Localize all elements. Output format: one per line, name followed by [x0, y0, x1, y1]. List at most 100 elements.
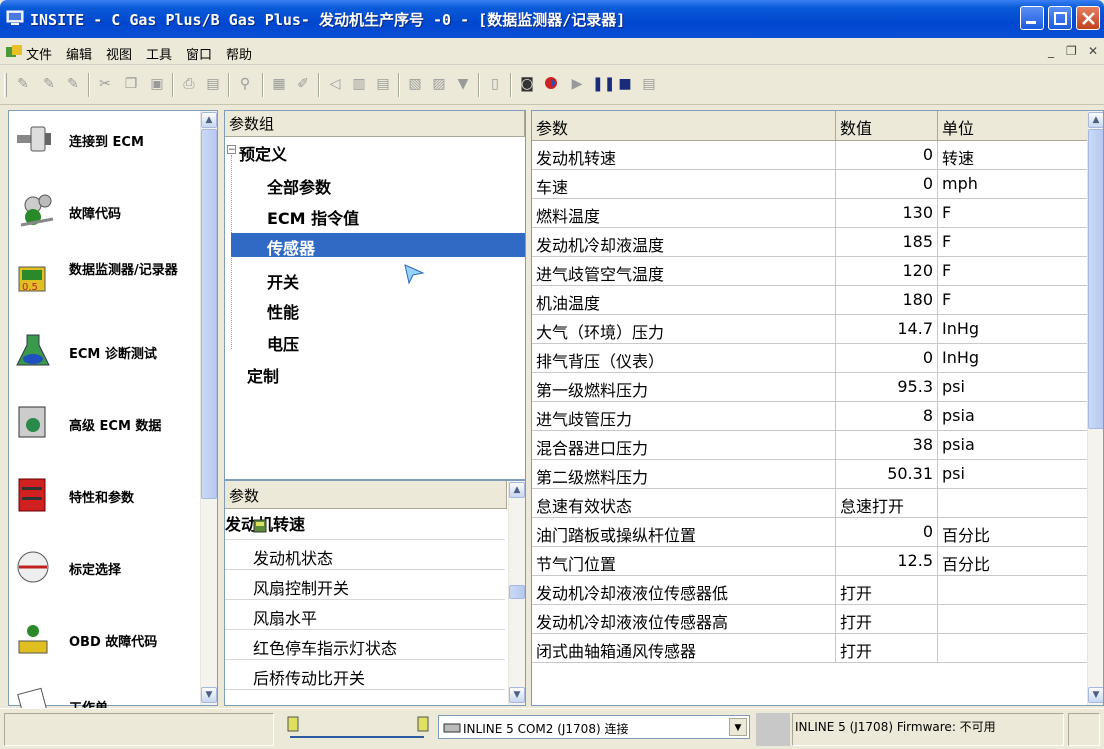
- play-icon[interactable]: ▶: [568, 75, 586, 93]
- copy-icon[interactable]: ❐: [122, 75, 140, 93]
- cell-text: psi: [942, 464, 965, 483]
- list-item[interactable]: 风扇水平: [225, 601, 505, 630]
- tree-switches[interactable]: 开关: [267, 269, 299, 293]
- minimize-button[interactable]: [1020, 6, 1044, 30]
- nav-calibration-select[interactable]: 标定选择: [13, 539, 199, 597]
- column-header-param[interactable]: 参数: [532, 111, 836, 141]
- scroll-up-icon[interactable]: ▲: [1088, 112, 1103, 128]
- window-icon[interactable]: ▯: [486, 75, 504, 93]
- tree-voltage[interactable]: 电压: [267, 331, 299, 355]
- export-icon[interactable]: ▧: [406, 75, 424, 93]
- list-item[interactable]: 后桥传动比开关: [225, 661, 505, 690]
- disconnect-icon[interactable]: ✎: [40, 75, 58, 93]
- menu-tools[interactable]: 工具: [146, 44, 172, 63]
- table-row[interactable]: 发动机冷却液液位传感器高 打开: [532, 605, 1088, 634]
- nav-obd-fault-codes[interactable]: OBD 故障代码: [13, 611, 199, 669]
- nav-label: 数据监测器/记录器: [69, 263, 178, 278]
- table-row[interactable]: 节气门位置 12.5 百分比: [532, 547, 1088, 576]
- table-row[interactable]: 发动机转速 0 转速: [532, 141, 1088, 170]
- tree-sensors[interactable]: 传感器: [267, 235, 315, 259]
- record-icon[interactable]: [542, 75, 560, 93]
- menu-edit[interactable]: 编辑: [66, 44, 92, 63]
- menu-view[interactable]: 视图: [106, 44, 132, 63]
- close-button[interactable]: [1076, 6, 1100, 30]
- mdi-close-icon[interactable]: ✕: [1088, 44, 1098, 58]
- nav-diagnostic-tests[interactable]: ECM 诊断测试: [13, 323, 199, 381]
- chevron-down-icon[interactable]: ▼: [729, 718, 747, 736]
- column-header-unit[interactable]: 单位: [938, 111, 1088, 141]
- table-cell-value: 38: [836, 431, 938, 460]
- mdi-minimize-icon[interactable]: _: [1048, 44, 1054, 58]
- collapse-icon[interactable]: −: [227, 145, 236, 155]
- refresh-icon[interactable]: ✎: [64, 75, 82, 93]
- cell-text: 185: [902, 232, 933, 251]
- list-item[interactable]: 风扇控制开关: [225, 571, 505, 600]
- menu-window[interactable]: 窗口: [186, 44, 212, 63]
- grid-scrollbar[interactable]: ▲ ▼: [1087, 111, 1103, 705]
- pause-icon[interactable]: ❚❚: [592, 75, 615, 93]
- scroll-down-icon[interactable]: ▼: [1088, 687, 1103, 703]
- tree-performance[interactable]: 性能: [267, 299, 299, 323]
- properties-icon[interactable]: ▦: [270, 75, 288, 93]
- table-row[interactable]: 发动机冷却液液位传感器低 打开: [532, 576, 1088, 605]
- table-row[interactable]: 发动机冷却液温度 185 F: [532, 228, 1088, 257]
- mdi-restore-icon[interactable]: ❐: [1066, 44, 1077, 58]
- table-row[interactable]: 车速 0 mph: [532, 170, 1088, 199]
- maximize-button[interactable]: [1048, 6, 1072, 30]
- cut-icon[interactable]: ✂: [96, 75, 114, 93]
- table-row[interactable]: 混合器进口压力 38 psia: [532, 431, 1088, 460]
- scroll-down-icon[interactable]: ▼: [201, 687, 217, 703]
- table-row[interactable]: 燃料温度 130 F: [532, 199, 1088, 228]
- tool-icon[interactable]: ✐: [294, 75, 312, 93]
- adapter-select[interactable]: INLINE 5 COM2 (J1708) 连接 ▼: [438, 715, 750, 739]
- tree-custom[interactable]: 定制: [247, 363, 279, 387]
- table-row[interactable]: 排气背压（仪表） 0 InHg: [532, 344, 1088, 373]
- params-scrollbar[interactable]: ▲ ▼: [508, 481, 525, 705]
- table-row[interactable]: 油门踏板或操纵杆位置 0 百分比: [532, 518, 1088, 547]
- menu-file[interactable]: 文件: [26, 44, 52, 63]
- print-icon[interactable]: ⎙: [180, 75, 198, 93]
- table-row[interactable]: 进气歧管压力 8 psia: [532, 402, 1088, 431]
- table-row[interactable]: 第一级燃料压力 95.3 psi: [532, 373, 1088, 402]
- paste-icon[interactable]: ▣: [148, 75, 166, 93]
- tree-predefined[interactable]: 预定义: [239, 141, 287, 165]
- nav-scrollbar[interactable]: ▲ ▼: [200, 111, 217, 705]
- speaker-icon[interactable]: ◁: [326, 75, 344, 93]
- print-preview-icon[interactable]: ▤: [204, 75, 222, 93]
- find-icon[interactable]: ⚲: [236, 75, 254, 93]
- table-row[interactable]: 第二级燃料压力 50.31 psi: [532, 460, 1088, 489]
- edit-params-icon[interactable]: ▥: [350, 75, 368, 93]
- scroll-thumb[interactable]: [1088, 129, 1103, 429]
- import-icon[interactable]: ▨: [430, 75, 448, 93]
- scroll-up-icon[interactable]: ▲: [509, 482, 525, 498]
- filter-icon[interactable]: ▼: [454, 75, 472, 93]
- nav-features-parameters[interactable]: 特性和参数: [13, 467, 199, 525]
- scroll-thumb[interactable]: [201, 129, 217, 499]
- table-row[interactable]: 机油温度 180 F: [532, 286, 1088, 315]
- stop-icon[interactable]: ■: [616, 75, 634, 93]
- module-icon[interactable]: ▤: [374, 75, 392, 93]
- snapshot-icon[interactable]: ◙: [518, 75, 536, 93]
- table-row[interactable]: 进气歧管空气温度 120 F: [532, 257, 1088, 286]
- scroll-up-icon[interactable]: ▲: [201, 112, 217, 128]
- nav-fault-codes[interactable]: 故障代码: [13, 183, 199, 241]
- nav-data-monitor[interactable]: 0.5 数据监测器/记录器: [13, 251, 199, 309]
- column-header-value[interactable]: 数值: [836, 111, 938, 141]
- list-item[interactable]: 红色停车指示灯状态: [225, 631, 505, 660]
- table-row[interactable]: 怠速有效状态 怠速打开: [532, 489, 1088, 518]
- connect-icon[interactable]: ✎: [14, 75, 32, 93]
- tree-ecm-commands[interactable]: ECM 指令值: [267, 205, 359, 229]
- report-icon[interactable]: ▤: [640, 75, 658, 93]
- scroll-thumb[interactable]: [509, 585, 525, 599]
- table-row[interactable]: 闭式曲轴箱通风传感器 打开: [532, 634, 1088, 663]
- nav-advanced-ecm-data[interactable]: 高级 ECM 数据: [13, 395, 199, 453]
- table-row[interactable]: 大气（环境）压力 14.7 InHg: [532, 315, 1088, 344]
- scroll-down-icon[interactable]: ▼: [509, 687, 525, 703]
- nav-connect-ecm[interactable]: 连接到 ECM: [13, 111, 199, 169]
- table-cell-param: 燃料温度: [532, 199, 836, 228]
- list-item[interactable]: 发动机转速: [225, 511, 505, 540]
- resize-grip[interactable]: [1068, 713, 1100, 746]
- list-item[interactable]: 发动机状态: [225, 541, 505, 570]
- menu-help[interactable]: 帮助: [226, 44, 252, 63]
- tree-all-params[interactable]: 全部参数: [267, 174, 331, 198]
